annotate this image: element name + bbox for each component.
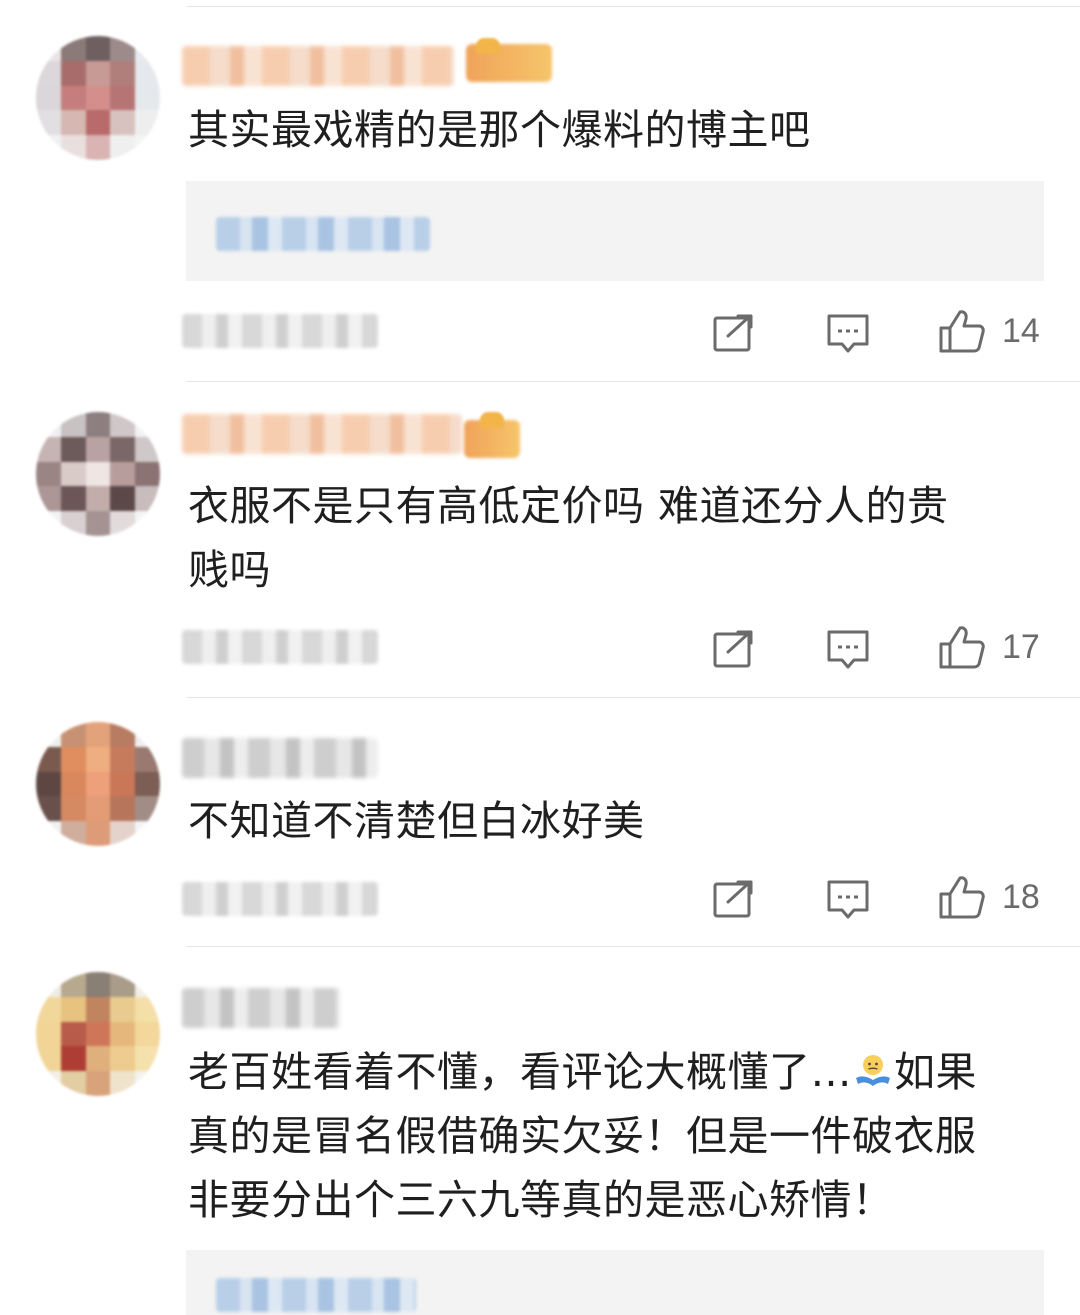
reply-button[interactable] [826, 628, 870, 670]
like-button[interactable]: 14 [938, 308, 1040, 354]
quoted-reply-text [216, 1278, 416, 1312]
username[interactable] [182, 46, 454, 86]
comment-icon [827, 880, 869, 919]
reply-button[interactable] [826, 878, 870, 920]
repost-icon [713, 314, 753, 352]
comment-text-line: 非要分出个三六九等真的是恶心矫情！ [188, 1176, 894, 1224]
avatar[interactable] [36, 412, 160, 536]
like-icon [939, 876, 985, 919]
like-button[interactable]: 17 [938, 624, 1040, 670]
comment-text-line: 老百姓看着不懂，看评论大概懂了… 如果 [188, 1040, 1058, 1104]
comment-text: 老百姓看着不懂，看评论大概懂了… 如果 真的是冒名假借确实欠妥！但是一件破衣服 … [188, 1040, 1058, 1232]
divider [186, 946, 1080, 947]
avatar[interactable] [36, 36, 160, 160]
timestamp [182, 630, 378, 664]
comment-text-line: 衣服不是只有高低定价吗 难道还分人的贵 [188, 482, 949, 530]
quoted-reply-box[interactable] [186, 1250, 1044, 1315]
comment-text: 其实最戏精的是那个爆料的博主吧 [188, 106, 811, 154]
crown-icon [476, 38, 500, 54]
avatar[interactable] [36, 722, 160, 846]
repost-button[interactable] [712, 628, 756, 668]
like-button[interactable]: 18 [938, 874, 1040, 920]
like-count: 18 [1002, 877, 1040, 916]
like-count: 17 [1002, 627, 1040, 666]
username[interactable] [182, 738, 378, 778]
crown-icon [480, 412, 504, 428]
quoted-reply-text [216, 217, 430, 251]
comment-icon [827, 314, 869, 353]
avatar[interactable] [36, 972, 160, 1096]
comment-text-segment: 老百姓看着不懂，看评论大概懂了… [188, 1048, 852, 1096]
comment-text-line: 真的是冒名假借确实欠妥！但是一件破衣服 [188, 1112, 977, 1160]
top-divider [186, 6, 1080, 7]
comment-text-segment: 如果 [894, 1048, 977, 1096]
like-count: 14 [1002, 311, 1040, 350]
comment-icon [827, 630, 869, 669]
timestamp [182, 882, 378, 916]
divider [186, 697, 1080, 698]
shrug-emoji-icon [854, 1044, 892, 1086]
comment-text: 不知道不清楚但白冰好美 [188, 797, 645, 845]
repost-icon [713, 880, 753, 918]
like-icon [939, 310, 985, 353]
like-icon [939, 626, 985, 669]
comment-text-line: 贱吗 [188, 546, 271, 594]
repost-button[interactable] [712, 878, 756, 918]
divider [186, 381, 1080, 382]
username[interactable] [182, 988, 340, 1028]
repost-icon [713, 630, 753, 668]
timestamp [182, 314, 378, 348]
comment-text: 衣服不是只有高低定价吗 难道还分人的贵 贱吗 [188, 474, 1058, 602]
username[interactable] [182, 414, 462, 454]
repost-button[interactable] [712, 312, 756, 352]
quoted-reply-box[interactable] [186, 181, 1044, 281]
reply-button[interactable] [826, 312, 870, 354]
